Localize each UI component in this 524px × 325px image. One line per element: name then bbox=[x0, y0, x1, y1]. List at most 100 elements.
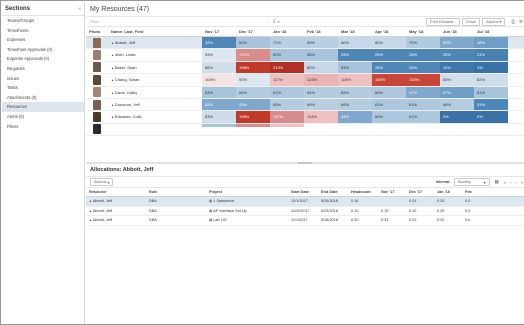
demand-cell[interactable]: 51% bbox=[474, 86, 508, 98]
alloc-jan-cell[interactable]: 0.25 bbox=[434, 207, 462, 216]
actions-button[interactable]: Actions ▾ bbox=[481, 17, 506, 26]
name-cell[interactable] bbox=[108, 124, 202, 135]
demand-cell[interactable]: 50% bbox=[440, 37, 474, 49]
alloc-feb-cell[interactable]: 0.0 bbox=[462, 197, 482, 206]
demand-cell[interactable] bbox=[270, 123, 304, 127]
demand-cell[interactable]: 137% bbox=[270, 111, 304, 123]
columns-icon[interactable]: ⋮ bbox=[265, 19, 270, 25]
alloc-resource-cell[interactable]: ▲ Abbott, Jeff bbox=[86, 207, 146, 216]
demand-cell[interactable] bbox=[236, 123, 270, 127]
sidebar-item[interactable]: Teams/Groups bbox=[2, 16, 84, 26]
demand-cell[interactable] bbox=[474, 123, 508, 127]
demand-cell[interactable]: 80% bbox=[372, 37, 406, 49]
demand-cell[interactable]: 104% bbox=[202, 74, 236, 86]
table-row[interactable]: ▲ Abbott, Jeff DBA ▦ AP Interface Set Up 11… bbox=[86, 207, 524, 217]
table-row[interactable]: ▲ Abbott, Jeff DBA ▦ 1 Salesforce 12/1/2017… bbox=[86, 197, 524, 207]
alloc-feb-cell[interactable]: 0.0 bbox=[462, 207, 482, 216]
alloc-role-cell[interactable]: DBA bbox=[146, 197, 206, 206]
next-page-icon[interactable]: › bbox=[515, 180, 516, 185]
demand-cell[interactable]: 93% bbox=[202, 49, 236, 61]
demand-cell[interactable]: 213% bbox=[270, 61, 304, 74]
print-demand-button[interactable]: Print Demand... bbox=[426, 17, 461, 26]
demand-cell[interactable]: 47% bbox=[406, 86, 440, 98]
alloc-nov-cell[interactable] bbox=[378, 197, 406, 206]
alloc-end-cell[interactable]: 5/18/2018 bbox=[318, 216, 348, 225]
name-cell[interactable]: ▲ Donohoe, Jeff bbox=[108, 99, 202, 110]
table-row[interactable] bbox=[86, 123, 524, 137]
photo-column-header[interactable]: Photo bbox=[86, 27, 108, 36]
demand-cell[interactable] bbox=[406, 123, 440, 127]
demand-cell[interactable]: 60% bbox=[372, 86, 406, 98]
demand-cell[interactable]: 61% bbox=[270, 86, 304, 98]
month-column-header[interactable]: Jan '18 bbox=[270, 27, 304, 36]
alloc-column-header[interactable]: Feb bbox=[462, 188, 482, 196]
demand-cell[interactable]: 11% bbox=[440, 61, 474, 74]
demand-cell[interactable]: 69% bbox=[304, 37, 338, 49]
filter-icon[interactable]: ⊽ bbox=[273, 19, 276, 25]
demand-cell[interactable] bbox=[202, 123, 236, 127]
name-cell[interactable]: ▲ Chang, Sarah bbox=[108, 74, 202, 85]
prev-page-icon[interactable]: ‹ bbox=[510, 180, 511, 185]
demand-cell[interactable]: 58% bbox=[304, 49, 338, 61]
month-column-header[interactable]: Feb '18 bbox=[304, 27, 338, 36]
month-column-header[interactable]: May '18 bbox=[406, 27, 440, 36]
sidebar-item[interactable]: Filters bbox=[2, 122, 84, 132]
name-cell[interactable]: ▲ Abbott, Jeff bbox=[108, 37, 202, 48]
demand-cell[interactable]: 83% bbox=[202, 111, 236, 123]
sidebar-item[interactable]: Requests bbox=[2, 64, 84, 74]
demand-cell[interactable]: 53% bbox=[338, 61, 372, 74]
alloc-project-cell[interactable]: ▦ AP Interface Set Up bbox=[206, 207, 288, 216]
alloc-start-cell[interactable]: 12/1/2017 bbox=[288, 197, 318, 206]
alloc-column-header[interactable]: End Date bbox=[318, 188, 348, 196]
demand-cell[interactable] bbox=[440, 123, 474, 127]
demand-cell[interactable]: 198% bbox=[236, 111, 270, 123]
demand-cell[interactable]: 114% bbox=[304, 111, 338, 123]
table-row[interactable]: ▲ Edwards, Colin 83% 198% 137% 114% 44% 60% 61%… bbox=[86, 111, 524, 124]
demand-cell[interactable]: 26% bbox=[406, 61, 440, 74]
alloc-start-cell[interactable]: 11/20/2017 bbox=[288, 207, 318, 216]
demand-cell[interactable]: 137% bbox=[236, 49, 270, 61]
double-chevron-left-icon[interactable]: « bbox=[78, 6, 81, 12]
alloc-column-header[interactable]: Nov '17 bbox=[378, 188, 406, 196]
name-cell[interactable]: ▲ Alvin, Linda bbox=[108, 49, 202, 60]
sidebar-item[interactable]: Attachments (0) bbox=[2, 93, 84, 103]
alloc-project-cell[interactable]: ▦ Lab 101 bbox=[206, 216, 288, 225]
alloc-role-cell[interactable]: DBA bbox=[146, 216, 206, 225]
demand-cell[interactable] bbox=[304, 123, 338, 127]
demand-cell[interactable]: 21% bbox=[474, 49, 508, 61]
sidebar-item[interactable]: Timesheets bbox=[2, 26, 84, 36]
name-cell[interactable]: ▲ Baker, Sean bbox=[108, 62, 202, 73]
demand-cell[interactable]: 48% bbox=[474, 37, 508, 49]
demand-cell[interactable]: 61% bbox=[406, 111, 440, 123]
month-column-header[interactable]: Jul '18 bbox=[474, 27, 508, 36]
alloc-resource-cell[interactable]: ▲ Abbott, Jeff bbox=[86, 197, 146, 206]
demand-cell[interactable]: 150% bbox=[372, 74, 406, 86]
demand-cell[interactable]: 25% bbox=[372, 49, 406, 61]
dropdown-caret-icon[interactable]: ▾ bbox=[278, 20, 280, 24]
alloc-headcount-cell[interactable]: 0.10 bbox=[348, 207, 378, 216]
demand-cell[interactable]: 32% bbox=[202, 37, 236, 49]
demand-cell[interactable]: 60% bbox=[372, 111, 406, 123]
demand-cell[interactable] bbox=[372, 123, 406, 127]
alloc-dec-cell[interactable]: 0.24 bbox=[406, 197, 434, 206]
demand-cell[interactable]: 25% bbox=[406, 49, 440, 61]
demand-cell[interactable]: 115% bbox=[338, 74, 372, 86]
first-page-icon[interactable]: « bbox=[504, 180, 506, 185]
month-column-header[interactable]: Apr '18 bbox=[372, 27, 406, 36]
table-row[interactable]: ▲ Abbott, Jeff 32% 52% 71% 69% 80% 80% 70% 50% 48… bbox=[86, 37, 524, 50]
sidebar-item[interactable]: Tasks bbox=[2, 83, 84, 93]
demand-cell[interactable]: 82% bbox=[474, 74, 508, 86]
table-row[interactable]: ▲ Chang, Sarah 104% 93% 117% 123% 115% 150% 150… bbox=[86, 74, 524, 87]
table-row[interactable]: ▲ Davis, Kathy 54% 65% 61% 64% 65% 60% 47% 37% 51… bbox=[86, 86, 524, 99]
interval-select[interactable]: Monthly ▾ bbox=[453, 178, 490, 186]
demand-cell[interactable]: 44% bbox=[338, 111, 372, 123]
alloc-end-cell[interactable]: 5/26/2018 bbox=[318, 197, 348, 206]
demand-cell[interactable]: 0% bbox=[474, 111, 508, 123]
demand-cell[interactable]: 45% bbox=[202, 98, 236, 111]
alloc-resource-cell[interactable]: ▲ Abbott, Jeff bbox=[86, 216, 146, 225]
alloc-column-header[interactable]: Dec '17 bbox=[406, 188, 434, 196]
demand-cell[interactable]: 37% bbox=[440, 86, 474, 98]
printer-icon[interactable]: ⎙ bbox=[511, 19, 515, 24]
demand-cell[interactable]: 123% bbox=[304, 74, 338, 86]
demand-cell[interactable]: 31% bbox=[474, 98, 508, 111]
